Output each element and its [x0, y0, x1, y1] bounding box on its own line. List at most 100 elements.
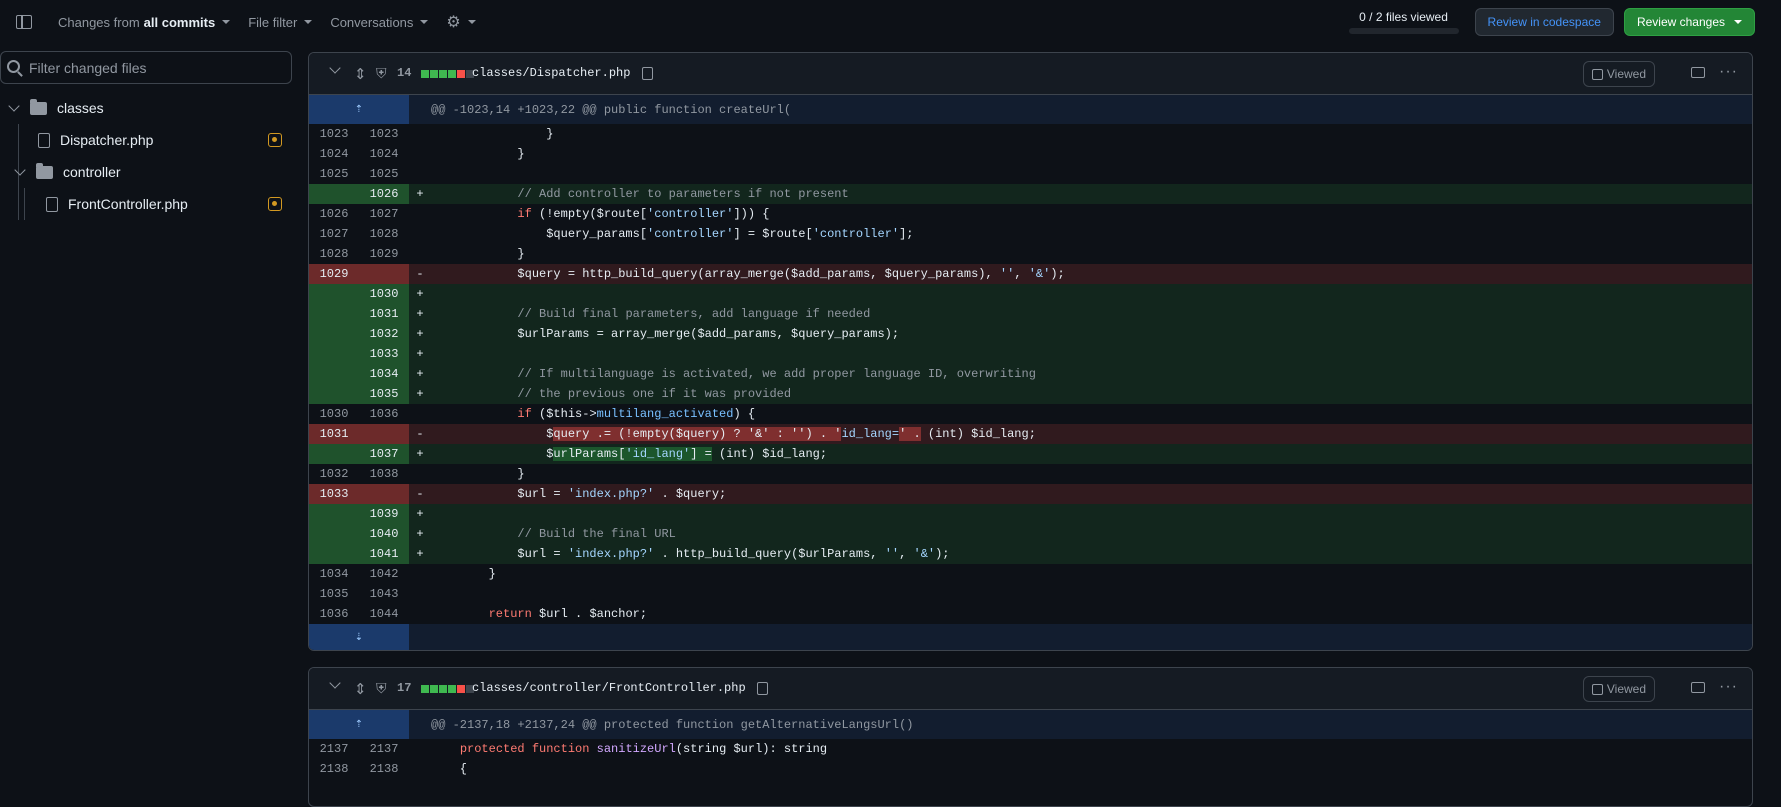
file-name[interactable]: classes/Dispatcher.php [472, 66, 630, 80]
diff-line-added: 1030 + [309, 284, 1752, 304]
file-filter-dropdown[interactable]: File filter [248, 15, 313, 30]
chevron-down-icon [1734, 20, 1742, 24]
expand-all-icon[interactable]: ⇕ [354, 680, 367, 698]
diff-line: 1036 1044 return $url . $anchor; [319, 607, 648, 621]
comment-icon[interactable] [1691, 682, 1705, 693]
chevron-down-icon [14, 164, 26, 176]
diff-line-added: 1040 + // Build the final URL [309, 524, 1752, 544]
diffstat-block [421, 685, 429, 693]
settings-dropdown[interactable]: ⚙ [446, 12, 476, 32]
diffstat-blocks [421, 70, 474, 78]
changes-from-dropdown[interactable]: Changes from all commits [58, 15, 231, 30]
diff-line: 1027 1028 $query_params['controller'] = $… [319, 227, 914, 241]
diff-line: 1035 1043 [319, 587, 399, 601]
chevron-down-icon [222, 20, 231, 24]
diff-line: 1025 1025 [319, 167, 399, 181]
chevron-down-icon [420, 20, 429, 24]
top-toolbar: Changes from all commits File filter Con… [0, 0, 1781, 44]
diffstat-blocks [421, 685, 474, 693]
viewed-checkbox[interactable]: Viewed [1582, 61, 1655, 87]
tree-folder-classes[interactable]: classes [8, 92, 292, 124]
collapse-chevron-icon[interactable] [329, 677, 341, 689]
tree-file-dispatcher[interactable]: Dispatcher.php [38, 124, 292, 156]
diff-line-added: 1031 + // Build final parameters, add lan… [309, 304, 1752, 324]
shield-icon: ⛨ [376, 65, 387, 81]
files-viewed-progress: 0 / 2 files viewed [1348, 10, 1459, 34]
hunk-header: ⇡ @@ -2137,18 +2137,24 @@ protected func… [309, 710, 1752, 739]
chevron-down-icon [467, 20, 476, 24]
diffstat-block [448, 685, 456, 693]
diffstat-block [457, 70, 465, 78]
diffstat-block [430, 70, 438, 78]
diff-line: 1030 1036 if ($this->multilang_activated)… [319, 407, 756, 421]
diff-line-added: 1033 + [309, 344, 1752, 364]
diff-line-added: 1026 + // Add controller to parameters if… [309, 184, 1752, 204]
chevron-down-icon [304, 20, 313, 24]
more-options-icon[interactable]: ··· [1719, 63, 1738, 81]
diffstat-block [448, 70, 456, 78]
sidebar-toggle-icon[interactable] [16, 15, 32, 29]
checkbox-icon [1591, 68, 1603, 80]
diff-line: 2137 2137 protected function sanitizeUrl(… [319, 742, 828, 756]
diff-line: 1028 1029 } [319, 247, 525, 261]
changes-count: 14 [397, 66, 412, 80]
search-icon [7, 60, 20, 73]
diff-line-added: 1034 + // If multilanguage is activated, … [309, 364, 1752, 384]
file-header: ⇕ ⛨ 17 classes/controller/FrontControlle… [309, 668, 1752, 710]
copy-icon[interactable] [757, 682, 768, 695]
expand-footer: ⇣ [309, 624, 1752, 650]
file-tree: Filter changed files [0, 51, 292, 84]
chevron-down-icon [8, 100, 20, 112]
folder-icon [30, 98, 47, 115]
comment-icon[interactable] [1691, 67, 1705, 78]
filter-changed-files-input[interactable]: Filter changed files [0, 51, 292, 84]
diffstat-block [439, 70, 447, 78]
diff-line-added: 1037 + $urlParams['id_lang'] = (int) $id_… [309, 444, 1752, 464]
diff-line-added: 1035 + // the previous one if it was prov… [309, 384, 1752, 404]
tree-file-frontcontroller[interactable]: FrontController.php [46, 188, 292, 220]
conversations-dropdown[interactable]: Conversations [330, 15, 429, 30]
checkbox-icon [1591, 683, 1603, 695]
diff-line-deleted: 1031- $query .= (!empty($query) ? '&' : … [309, 424, 1752, 444]
collapse-chevron-icon[interactable] [329, 62, 341, 74]
folder-icon [36, 162, 53, 179]
progress-bar [1348, 28, 1459, 34]
changes-count: 17 [397, 681, 412, 695]
file-header: ⇕ ⛨ 14 classes/Dispatcher.php Viewed ··· [309, 53, 1752, 95]
diff-line: 1034 1042 } [319, 567, 496, 581]
copy-icon[interactable] [642, 67, 653, 80]
modified-badge-icon [268, 133, 282, 147]
diff-line-added: 1041 + $url = 'index.php?' . http_build_q… [309, 544, 1752, 564]
expand-all-icon[interactable]: ⇕ [354, 65, 367, 83]
diffstat-block [430, 685, 438, 693]
hunk-header: ⇡ @@ -1023,14 +1023,22 @@ public functio… [309, 95, 1752, 124]
file-icon [46, 196, 58, 212]
expand-up-icon[interactable]: ⇡ [309, 710, 409, 739]
diff-line: 2138 2138 { [319, 762, 468, 776]
expand-down-icon[interactable]: ⇣ [309, 624, 409, 650]
expand-up-icon[interactable]: ⇡ [309, 95, 409, 124]
shield-icon: ⛨ [376, 680, 387, 696]
file-name[interactable]: classes/controller/FrontController.php [472, 681, 746, 695]
diff-line-added: 1032 + $urlParams = array_merge($add_para… [309, 324, 1752, 344]
review-changes-button[interactable]: Review changes [1623, 8, 1755, 36]
modified-badge-icon [268, 197, 282, 211]
viewed-checkbox[interactable]: Viewed [1582, 676, 1655, 702]
diff-line-added: 1039 + [309, 504, 1752, 524]
diff-line: 1023 1023 } [319, 127, 554, 141]
diffstat-block [439, 685, 447, 693]
diff-line-deleted: 1029- $query = http_build_query(array_me… [309, 264, 1752, 284]
diffstat-block [421, 70, 429, 78]
file-diff-frontcontroller: ⇕ ⛨ 17 classes/controller/FrontControlle… [308, 667, 1753, 807]
diff-line: 1026 1027 if (!empty($route['controller']… [319, 207, 770, 221]
tree-folder-controller[interactable]: controller [14, 156, 292, 188]
diffstat-block [457, 685, 465, 693]
gear-icon: ⚙ [446, 14, 461, 31]
review-in-codespace-button[interactable]: Review in codespace [1474, 8, 1614, 36]
diff-line: 1024 1024 } [319, 147, 525, 161]
file-diff-dispatcher: ⇕ ⛨ 14 classes/Dispatcher.php Viewed ···… [308, 52, 1753, 651]
file-icon [38, 132, 50, 148]
diff-line: 1032 1038 } [319, 467, 525, 481]
tree-guide [24, 188, 25, 220]
more-options-icon[interactable]: ··· [1719, 678, 1738, 696]
